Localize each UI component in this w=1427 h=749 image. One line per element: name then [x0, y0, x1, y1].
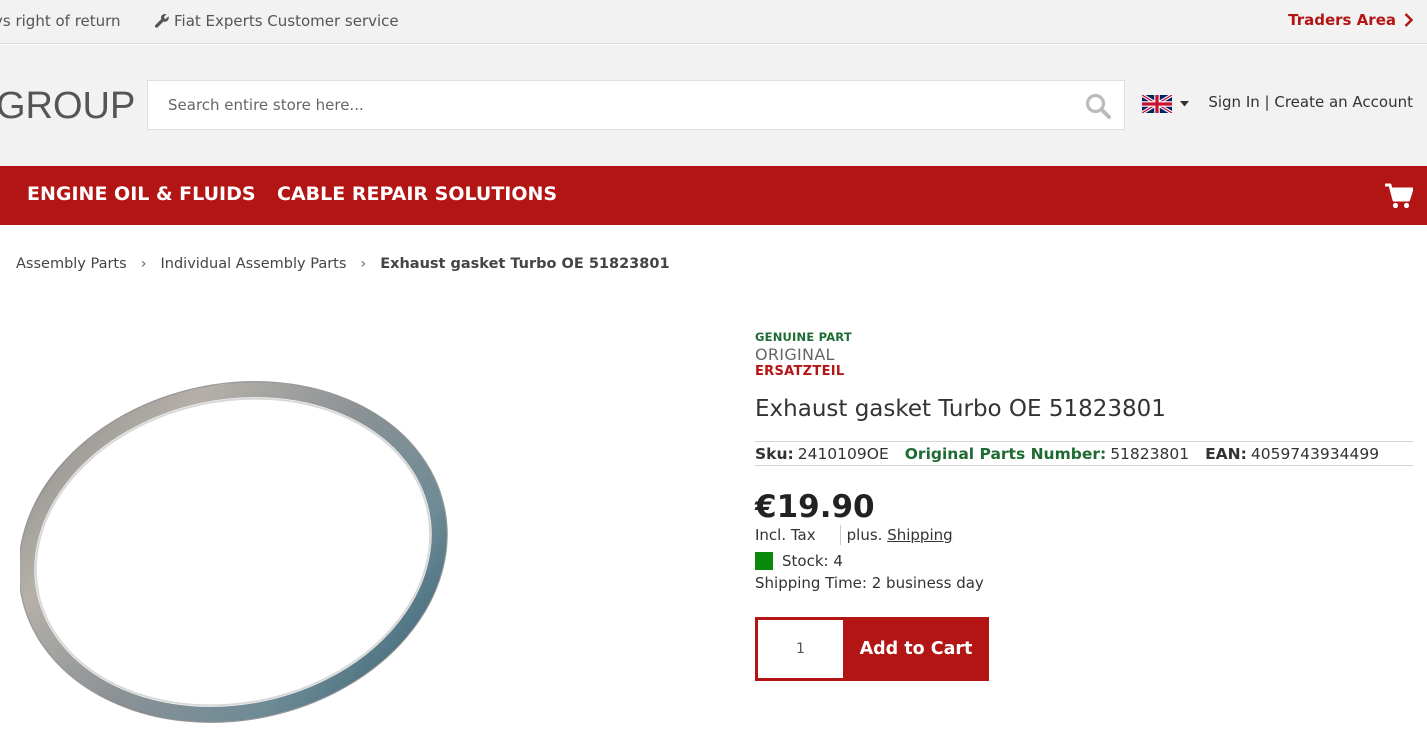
breadcrumb: Assembly Parts › Individual Assembly Par… — [16, 256, 670, 272]
genuine-part-badge: GENUINE PART ORIGINAL ERSATZTEIL — [755, 330, 852, 379]
sku-value: 2410109OE — [797, 444, 889, 463]
shipping-prefix: plus. — [846, 526, 883, 544]
breadcrumb-individual-assembly-parts[interactable]: Individual Assembly Parts — [161, 256, 347, 272]
return-notice: ys right of return — [0, 12, 121, 30]
badge-line-genuine: GENUINE PART — [755, 330, 852, 344]
shipping-time: Shipping Time: 2 business day — [755, 574, 984, 592]
cart-icon[interactable] — [1385, 183, 1413, 209]
product-attributes: Sku: 2410109OE Original Parts Number: 5182… — [755, 441, 1413, 466]
search-input[interactable] — [148, 81, 1078, 129]
oe-number-attribute: Original Parts Number: 51823801 — [905, 445, 1189, 463]
top-bar: ys right of return Fiat Experts Customer… — [0, 0, 1427, 44]
gasket-ring — [20, 381, 448, 723]
traders-area-link[interactable]: Traders Area — [1288, 11, 1413, 29]
breadcrumb-separator: › — [360, 256, 367, 272]
breadcrumb-separator: › — [140, 256, 147, 272]
quantity-field — [755, 617, 843, 681]
traders-area-label: Traders Area — [1288, 11, 1396, 29]
shipping-link[interactable]: Shipping — [887, 526, 952, 544]
search-icon[interactable] — [1084, 92, 1112, 120]
nav-item-engine-oil[interactable]: ENGINE OIL & FLUIDS — [27, 183, 256, 205]
product-title: Exhaust gasket Turbo OE 51823801 — [755, 396, 1166, 422]
customer-service-label: Fiat Experts Customer service — [174, 12, 399, 30]
incl-tax-label: Incl. Tax — [755, 525, 841, 545]
ean-attribute: EAN: 4059743934499 — [1205, 445, 1379, 463]
add-to-cart-button[interactable]: Add to Cart — [843, 617, 989, 681]
stock-status: Stock: 4 — [755, 552, 843, 570]
language-switcher[interactable] — [1142, 95, 1189, 113]
nav-item-cable-repair[interactable]: CABLE REPAIR SOLUTIONS — [277, 183, 557, 205]
breadcrumb-assembly-parts[interactable]: Assembly Parts — [16, 256, 127, 272]
tax-info: Incl. Tax plus. Shipping — [755, 525, 953, 545]
oe-number-label: Original Parts Number: — [904, 444, 1107, 463]
sku-label: Sku: — [755, 444, 794, 463]
sku-attribute: Sku: 2410109OE — [755, 445, 889, 463]
oe-number-value: 51823801 — [1110, 444, 1190, 463]
uk-flag-icon — [1142, 95, 1172, 113]
badge-line-ersatzteil: ERSATZTEIL — [755, 363, 845, 379]
stock-label: Stock: 4 — [782, 552, 843, 570]
site-logo[interactable]: GROUP — [0, 85, 135, 128]
wrench-icon — [154, 13, 169, 28]
stock-indicator-icon — [755, 552, 773, 570]
product-price: €19.90 — [755, 489, 875, 525]
chevron-right-icon — [1404, 13, 1413, 27]
breadcrumb-current: Exhaust gasket Turbo OE 51823801 — [380, 256, 670, 272]
site-header: GROUP Sign In | Create an Account — [0, 45, 1427, 166]
product-image[interactable] — [20, 380, 450, 725]
ean-label: EAN: — [1205, 444, 1247, 463]
customer-service-link[interactable]: Fiat Experts Customer service — [154, 12, 399, 30]
main-nav: ENGINE OIL & FLUIDS CABLE REPAIR SOLUTIO… — [0, 166, 1427, 225]
quantity-input[interactable] — [758, 620, 843, 678]
account-links[interactable]: Sign In | Create an Account — [1208, 93, 1413, 111]
search-box — [147, 80, 1125, 130]
badge-line-original: ORIGINAL — [755, 344, 835, 364]
ean-value: 4059743934499 — [1250, 444, 1380, 463]
caret-down-icon — [1180, 101, 1189, 107]
